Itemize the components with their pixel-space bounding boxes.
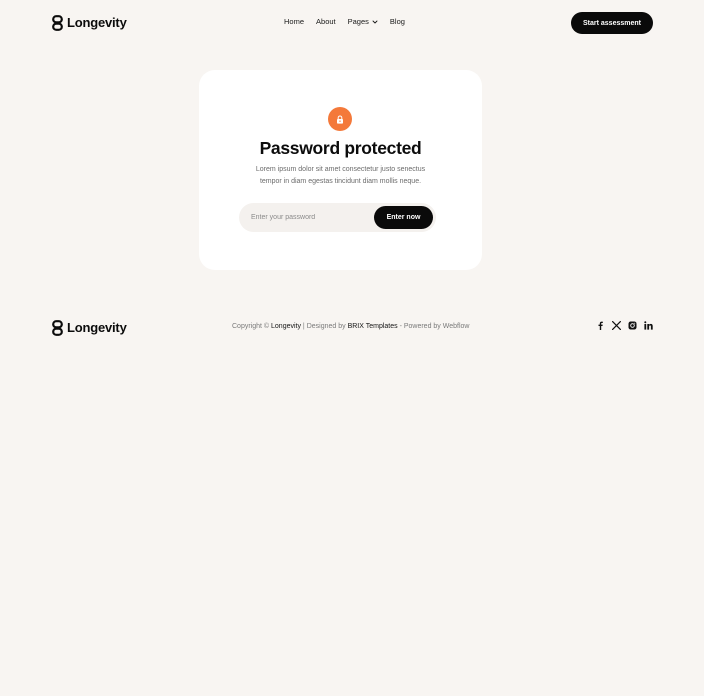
nav-item-pages[interactable]: Pages (348, 17, 378, 26)
instagram-link[interactable] (628, 321, 637, 330)
footer-logo[interactable]: Longevity (52, 319, 127, 337)
social-links (596, 321, 653, 330)
card-description: Lorem ipsum dolor sit amet consectetur j… (255, 166, 426, 185)
footer: Longevity Copyright © Longevity | Design… (52, 318, 653, 336)
nav-item-home[interactable]: Home (284, 17, 304, 26)
main-nav: Home About Pages Blog (284, 17, 405, 26)
designer-link[interactable]: BRIX Templates (348, 323, 398, 330)
facebook-link[interactable] (596, 321, 605, 330)
page: Longevity Home About Pages Blog Start as… (0, 0, 704, 696)
page-title: Password protected (259, 138, 422, 158)
linkedin-link[interactable] (644, 321, 653, 330)
header-logo[interactable]: Longevity (52, 14, 127, 32)
nav-item-blog[interactable]: Blog (390, 17, 405, 26)
logo-mark-icon (52, 15, 63, 31)
password-input[interactable] (239, 203, 369, 232)
password-form: Enter now (239, 203, 436, 232)
enter-now-button[interactable]: Enter now (374, 206, 433, 229)
header: Longevity Home About Pages Blog Start as… (52, 12, 653, 34)
password-card: Password protected Lorem ipsum dolor sit… (199, 70, 482, 270)
x-link[interactable] (612, 321, 621, 330)
nav-item-label: Blog (389, 17, 405, 26)
copyright-brand-link[interactable]: Longevity (271, 323, 301, 330)
nav-item-about[interactable]: About (316, 17, 336, 26)
nav-item-label: About (316, 17, 336, 26)
logo-text: Longevity (67, 320, 127, 335)
copyright-prefix: Copyright © (232, 323, 272, 330)
lock-badge (328, 107, 352, 131)
facebook-icon (598, 321, 603, 330)
designed-by-prefix: | Designed by (300, 323, 348, 330)
linkedin-icon (644, 321, 653, 330)
powered-by-text: - Powered by Webflow (397, 323, 470, 330)
nav-item-label: Home (284, 17, 305, 26)
start-assessment-button[interactable]: Start assessment (571, 12, 653, 34)
logo-text: Longevity (67, 15, 127, 30)
chevron-down-icon (372, 20, 378, 23)
footer-copyright: Copyright © Longevity | Designed by BRIX… (232, 323, 469, 330)
x-icon (612, 321, 621, 330)
logo-mark-icon (52, 320, 63, 336)
lock-icon (337, 115, 343, 124)
nav-item-label: Pages (347, 17, 369, 26)
instagram-icon (628, 321, 637, 330)
